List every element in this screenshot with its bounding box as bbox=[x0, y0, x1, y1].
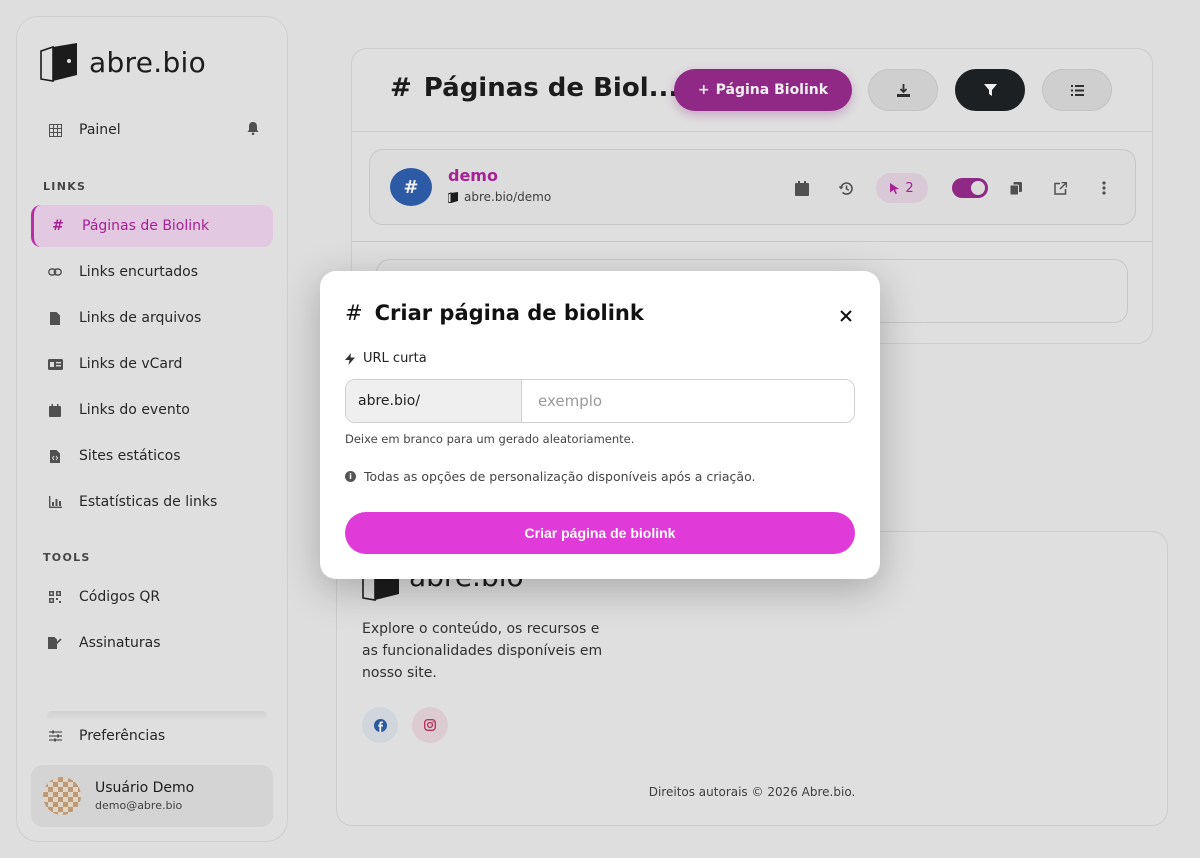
info-note-text: Todas as opções de personalização dispon… bbox=[364, 469, 756, 484]
close-icon bbox=[840, 310, 852, 322]
url-field-label-text: URL curta bbox=[363, 351, 427, 366]
modal-title-text: Criar página de biolink bbox=[374, 301, 644, 325]
hash-icon: # bbox=[345, 301, 363, 325]
url-prefix: abre.bio/ bbox=[346, 380, 522, 422]
info-note: i Todas as opções de personalização disp… bbox=[345, 469, 755, 484]
url-input-group: abre.bio/ bbox=[345, 379, 855, 423]
short-url-input[interactable] bbox=[522, 380, 854, 422]
info-icon: i bbox=[345, 471, 356, 482]
bolt-icon bbox=[345, 352, 355, 365]
url-help-text: Deixe em branco para um gerado aleatoria… bbox=[345, 432, 635, 446]
create-biolink-button[interactable]: Criar página de biolink bbox=[345, 512, 855, 554]
modal-title: # Criar página de biolink bbox=[345, 301, 644, 325]
close-button[interactable] bbox=[840, 303, 852, 327]
create-biolink-modal: # Criar página de biolink URL curta abre… bbox=[320, 271, 880, 579]
url-field-label: URL curta bbox=[345, 351, 427, 366]
